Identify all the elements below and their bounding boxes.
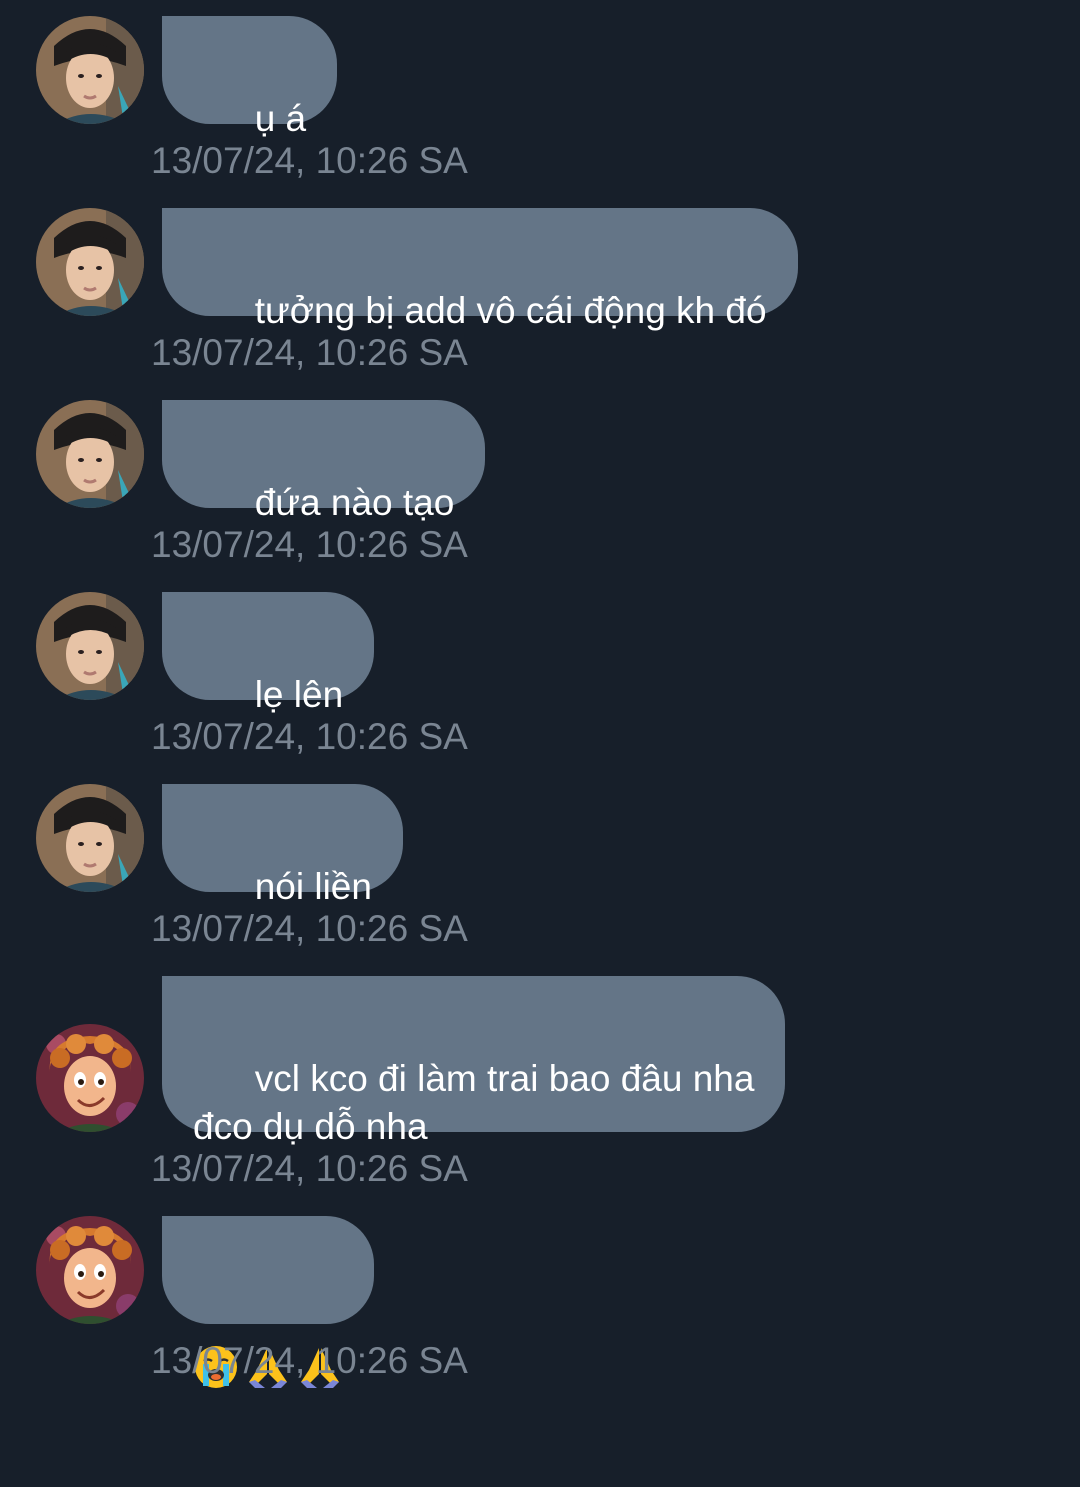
- message-bubble[interactable]: lẹ lên: [162, 592, 375, 715]
- avatar-young-man-icon: [36, 208, 144, 316]
- avatar[interactable]: [36, 400, 144, 508]
- message-thread: ụ á 13/07/24, 10:26 SA tưởng bị add vô c…: [0, 0, 1080, 1395]
- message-text: lẹ lên: [254, 674, 344, 715]
- message-timestamp: 13/07/24, 10:26 SA: [151, 1148, 468, 1189]
- message-bubble[interactable]: [162, 1216, 374, 1388]
- message-timestamp: 13/07/24, 10:26 SA: [151, 716, 468, 757]
- avatar-young-man-icon: [36, 784, 144, 892]
- message-text: vcl kco đi làm trai bao đâu nha đco dụ d…: [193, 1058, 755, 1147]
- message-text: ụ á: [254, 98, 307, 139]
- message-bubble[interactable]: ụ á: [162, 16, 338, 139]
- message-timestamp: 13/07/24, 10:26 SA: [151, 908, 468, 949]
- message-bubble[interactable]: tưởng bị add vô cái động kh đó: [162, 208, 798, 331]
- message-bubble[interactable]: đứa nào tạo: [162, 400, 486, 523]
- avatar-young-man-icon: [36, 16, 144, 124]
- message-text: nói liền: [254, 866, 372, 907]
- message-timestamp: 13/07/24, 10:26 SA: [151, 1340, 468, 1381]
- avatar-cartoon-character-icon: [36, 1024, 144, 1132]
- message-bubble[interactable]: vcl kco đi làm trai bao đâu nha đco dụ d…: [162, 976, 786, 1147]
- avatar[interactable]: [36, 1024, 144, 1132]
- avatar[interactable]: [36, 1216, 144, 1324]
- avatar-young-man-icon: [36, 592, 144, 700]
- avatar-cartoon-character-icon: [36, 1216, 144, 1324]
- message-bubble[interactable]: nói liền: [162, 784, 403, 907]
- message-text: đứa nào tạo: [254, 482, 455, 523]
- message-timestamp: 13/07/24, 10:26 SA: [151, 332, 468, 373]
- message-timestamp: 13/07/24, 10:26 SA: [151, 140, 468, 181]
- message-timestamp: 13/07/24, 10:26 SA: [151, 524, 468, 565]
- message-text: tưởng bị add vô cái động kh đó: [254, 290, 767, 331]
- avatar-young-man-icon: [36, 400, 144, 508]
- avatar[interactable]: [36, 592, 144, 700]
- avatar[interactable]: [36, 208, 144, 316]
- avatar[interactable]: [36, 784, 144, 892]
- avatar[interactable]: [36, 16, 144, 124]
